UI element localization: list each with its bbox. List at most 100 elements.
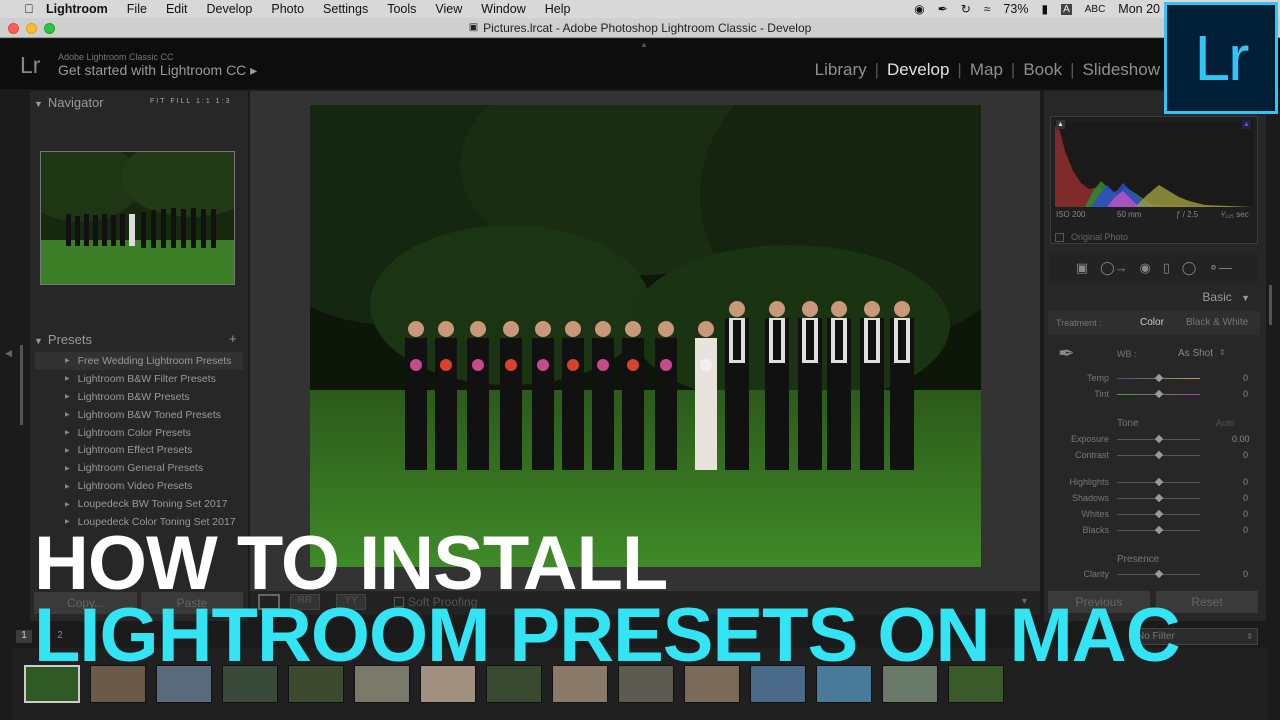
preset-folder-label: Lightroom General Presets	[77, 462, 204, 475]
menu-develop[interactable]: Develop	[207, 2, 253, 16]
treatment-color[interactable]: Color	[1140, 317, 1164, 328]
navigator-header[interactable]: ▼ Navigator	[34, 95, 104, 110]
slider-value[interactable]: 0	[1232, 373, 1248, 383]
clock[interactable]: Mon 20	[1118, 2, 1160, 16]
minimize-window-button[interactable]	[26, 23, 37, 34]
slider-label: Temp	[1086, 373, 1109, 383]
slider-value[interactable]: 0	[1232, 569, 1248, 579]
zoom-window-button[interactable]	[44, 23, 55, 34]
left-scrollbar[interactable]	[20, 345, 23, 425]
get-started-link[interactable]: Get started with Lightroom CC ▸	[58, 62, 257, 79]
presets-header[interactable]: ▼ Presets	[34, 332, 92, 347]
disclosure-triangle-icon: ▼	[1241, 293, 1250, 303]
treatment-label: Treatment :	[1056, 318, 1102, 328]
menu-settings[interactable]: Settings	[323, 2, 368, 16]
add-preset-button[interactable]: +	[229, 331, 237, 346]
preset-folder-item[interactable]: ▶ Free Wedding Lightroom Presets	[35, 352, 243, 370]
sync-icon[interactable]: ↻	[961, 2, 971, 16]
tone-section-label: Tone	[1117, 418, 1139, 429]
page-1-button[interactable]: 1	[16, 630, 32, 643]
slider-value[interactable]: 0	[1232, 389, 1248, 399]
disclosure-triangle-icon: ▶	[65, 430, 70, 436]
right-scrollbar[interactable]	[1269, 285, 1272, 325]
module-library[interactable]: Library	[815, 60, 867, 80]
slider-label: Whites	[1081, 509, 1109, 519]
mac-menu-bar:  Lightroom File Edit Develop Photo Sett…	[0, 0, 1280, 18]
preset-folder-item[interactable]: ▶ Lightroom Effect Presets	[35, 441, 243, 459]
preset-folder-list: ▶ Free Wedding Lightroom Presets ▶ Lightroo…	[35, 352, 243, 531]
graduated-filter-icon[interactable]: ▯	[1163, 260, 1170, 276]
slider-label: Highlights	[1069, 477, 1109, 487]
preset-folder-item[interactable]: ▶ Lightroom B&W Toned Presets	[35, 406, 243, 424]
record-icon[interactable]: ◉	[914, 2, 924, 16]
navigator-thumbnail[interactable]	[40, 151, 235, 285]
menu-file[interactable]: File	[127, 2, 147, 16]
select-arrow-icon: ⇕	[1246, 632, 1253, 641]
slider-value[interactable]: 0	[1232, 493, 1248, 503]
menu-lightroom[interactable]: Lightroom	[46, 2, 108, 16]
slider-value[interactable]: 0	[1232, 525, 1248, 535]
input-source[interactable]: ABC	[1085, 4, 1106, 15]
disclosure-triangle-icon: ▶	[65, 501, 70, 508]
document-icon: ▣	[468, 22, 479, 33]
module-map[interactable]: Map	[970, 60, 1003, 80]
histogram-panel[interactable]: ▲ ▲ ISO 200 50 mm ƒ / 2.5 ¹⁄₁₂₅ sec Orig…	[1050, 116, 1258, 244]
histogram-graph	[1055, 121, 1253, 207]
preset-folder-item[interactable]: ▶ Loupedeck BW Toning Set 2017	[35, 495, 243, 513]
shadow-clipping-icon[interactable]: ▲	[1056, 120, 1065, 129]
slider-value[interactable]: 0	[1232, 450, 1248, 460]
adjustment-brush-icon[interactable]: ⚬—	[1208, 260, 1232, 276]
auto-tone-button[interactable]: Auto	[1216, 418, 1235, 428]
module-picker: Library | Develop | Map | Book | Slidesh…	[815, 60, 1160, 80]
wifi-icon[interactable]: ≈	[984, 2, 991, 16]
crop-icon[interactable]: ▣	[1076, 260, 1088, 276]
collapse-top-icon[interactable]: ▲	[640, 40, 648, 49]
preset-folder-item[interactable]: ▶ Lightroom General Presets	[35, 459, 243, 477]
basic-panel-header[interactable]: Basic ▼	[1202, 290, 1250, 304]
module-book[interactable]: Book	[1023, 60, 1062, 80]
treatment-black-white[interactable]: Black & White	[1186, 317, 1248, 328]
preset-folder-item[interactable]: ▶ Lightroom B&W Filter Presets	[35, 370, 243, 388]
identity-subtitle: Adobe Lightroom Classic CC	[58, 52, 174, 62]
disclosure-triangle-icon: ▼	[34, 336, 43, 346]
preset-folder-item[interactable]: ▶ Lightroom Video Presets	[35, 477, 243, 495]
slider-value[interactable]: 0.00	[1232, 434, 1250, 444]
module-separator: |	[957, 60, 962, 79]
original-photo-checkbox[interactable]	[1055, 233, 1064, 242]
window-title: Pictures.lrcat - Adobe Photoshop Lightro…	[483, 20, 812, 35]
feather-icon[interactable]: ✒	[938, 2, 948, 16]
left-panel-toggle-icon[interactable]: ◀	[5, 348, 12, 359]
module-separator: |	[874, 60, 880, 79]
close-window-button[interactable]	[8, 23, 19, 34]
wb-select[interactable]: As Shot	[1178, 348, 1213, 359]
module-develop[interactable]: Develop	[887, 60, 949, 80]
battery-icon[interactable]: ▮	[1041, 2, 1048, 16]
presets-title: Presets	[47, 332, 92, 347]
apple-icon[interactable]: 	[22, 2, 36, 16]
preset-folder-label: Lightroom Effect Presets	[77, 444, 193, 457]
white-balance-eyedropper-icon[interactable]: ✒	[1058, 341, 1086, 369]
slider-value[interactable]: 0	[1232, 509, 1248, 519]
spot-removal-icon[interactable]: ◯→	[1100, 260, 1128, 276]
slider-value[interactable]: 0	[1232, 477, 1248, 487]
menu-photo[interactable]: Photo	[271, 2, 304, 16]
wedding-party-photo	[310, 105, 981, 567]
preset-folder-label: Lightroom B&W Presets	[77, 390, 190, 403]
input-a-icon[interactable]: A	[1061, 3, 1072, 15]
red-eye-icon[interactable]: ◉	[1140, 260, 1151, 276]
menu-view[interactable]: View	[435, 2, 462, 16]
menu-tools[interactable]: Tools	[387, 2, 416, 16]
menu-help[interactable]: Help	[545, 2, 571, 16]
module-slideshow[interactable]: Slideshow	[1083, 60, 1161, 80]
highlight-clipping-icon[interactable]: ▲	[1242, 120, 1251, 129]
preset-folder-label: Lightroom Video Presets	[77, 480, 193, 493]
preset-folder-item[interactable]: ▶ Lightroom Color Presets	[35, 424, 243, 442]
slider-label: Blacks	[1082, 525, 1109, 535]
menu-edit[interactable]: Edit	[166, 2, 188, 16]
navigator-zoom-options[interactable]: FIT FILL 1:1 1:3	[150, 98, 231, 105]
preset-folder-item[interactable]: ▶ Lightroom B&W Presets	[35, 388, 243, 406]
main-photo[interactable]	[310, 105, 981, 567]
menu-window[interactable]: Window	[481, 2, 525, 16]
radial-filter-icon[interactable]: ◯	[1182, 260, 1197, 276]
iso-readout: ISO 200	[1056, 210, 1086, 219]
